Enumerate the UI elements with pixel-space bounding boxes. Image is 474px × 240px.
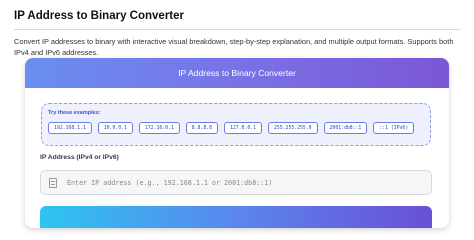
example-chip[interactable]: 192.168.1.1 — [48, 122, 92, 134]
example-chip[interactable]: 127.0.0.1 — [224, 122, 262, 134]
convert-button[interactable] — [40, 206, 432, 228]
example-chip[interactable]: 172.16.0.1 — [138, 122, 180, 134]
page: IP Address to Binary Converter Convert I… — [0, 0, 474, 58]
title-divider — [14, 29, 460, 30]
example-chip[interactable]: 10.0.0.1 — [97, 122, 133, 134]
page-description: Convert IP addresses to binary with inte… — [14, 37, 454, 57]
ip-address-label: IP Address (IPv4 or IPv6) — [40, 154, 119, 161]
example-chip[interactable]: 2001:db8::1 — [323, 122, 368, 134]
text-field-icon — [49, 177, 57, 188]
examples-title: Try these examples: — [48, 110, 101, 116]
example-chip[interactable]: 255.255.255.0 — [268, 122, 318, 134]
converter-card: IP Address to Binary Converter Try these… — [25, 58, 449, 228]
page-title: IP Address to Binary Converter — [14, 10, 184, 22]
ip-address-input-wrapper[interactable] — [40, 170, 432, 195]
card-header-title: IP Address to Binary Converter — [178, 68, 296, 78]
example-chip[interactable]: 8.8.8.8 — [185, 122, 218, 134]
example-chip[interactable]: ::1 (IPv6) — [373, 122, 415, 134]
ip-address-input[interactable] — [65, 177, 399, 188]
card-header: IP Address to Binary Converter — [25, 58, 449, 88]
examples-panel: Try these examples: 192.168.1.1 10.0.0.1… — [41, 103, 431, 146]
examples-list: 192.168.1.1 10.0.0.1 172.16.0.1 8.8.8.8 … — [48, 122, 415, 134]
